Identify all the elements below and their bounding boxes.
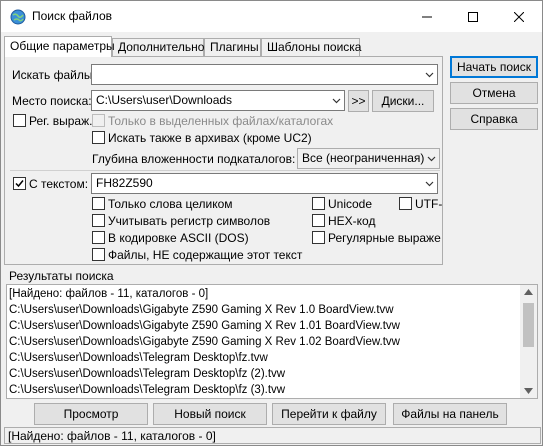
list-item[interactable]: C:\Users\user\Downloads\Gigabyte Z590 Ga… [9,336,400,348]
tab-general[interactable]: Общие параметры [4,36,115,57]
hex-checkbox[interactable] [312,214,325,227]
not-containing-label: Файлы, НЕ содержащие этот текст [108,248,303,262]
case-sensitive-checkbox[interactable] [92,214,105,227]
only-selected-checkbox[interactable] [92,114,105,127]
globe-search-icon [10,9,26,25]
tab-advanced[interactable]: Дополнительно [112,38,204,56]
goto-file-button[interactable]: Перейти к файлу [272,403,386,425]
utf-label: UTF- [415,197,442,211]
chevron-down-icon [425,181,434,187]
scroll-up-icon[interactable] [524,289,533,295]
search-dialog: Поиск файлов Общие параметры Дополнитель… [0,0,543,446]
help-button[interactable]: Справка [450,108,538,130]
divider [10,170,440,171]
regex-label: Рег. выраж. [29,114,93,128]
unicode-label: Unicode [328,197,373,211]
maximize-button[interactable] [450,1,496,32]
results-scrollbar[interactable] [520,285,537,398]
minimize-button[interactable] [404,1,450,32]
whole-words-checkbox[interactable] [92,197,105,210]
chevron-down-icon [427,156,436,162]
search-archives-checkbox[interactable] [92,131,105,144]
list-item[interactable]: C:\Users\user\Downloads\Gigabyte Z590 Ga… [9,304,394,316]
not-containing-checkbox[interactable] [92,248,105,261]
whole-words-label: Только слова целиком [108,197,233,211]
search-files-combo[interactable] [91,64,438,85]
text-combo[interactable]: FH82Z590 [91,173,438,194]
close-icon [514,11,524,22]
files-to-panel-button[interactable]: Файлы на панель [393,403,507,425]
case-sensitive-label: Учитывать регистр символов [108,214,271,228]
maximize-icon [468,11,478,22]
utf-checkbox[interactable] [399,197,412,210]
status-bar: [Найдено: файлов - 11, каталогов - 0] [4,427,541,444]
regex-text-checkbox[interactable] [312,231,325,244]
regex-text-label: Регулярные выраже [328,231,441,245]
only-selected-label: Только в выделенных файлах/каталогах [108,114,334,128]
browse-arrows-button[interactable]: >> [348,90,369,112]
regex-checkbox[interactable] [13,114,26,127]
list-item[interactable]: C:\Users\user\Downloads\Telegram Desktop… [9,352,268,364]
results-label: Результаты поиска [9,269,114,283]
unicode-checkbox[interactable] [312,197,325,210]
ascii-label: В кодировке ASCII (DOS) [108,231,249,245]
results-list[interactable]: [Найдено: файлов - 11, каталогов - 0] C:… [6,284,538,399]
depth-label: Глубина вложенности подкаталогов: [92,152,296,166]
scroll-thumb[interactable] [523,303,534,347]
chevron-down-icon [332,98,341,104]
location-label: Место поиска: [12,94,92,108]
window-title: Поиск файлов [32,9,113,23]
list-item[interactable]: C:\Users\user\Downloads\Telegram Desktop… [9,384,285,396]
ascii-checkbox[interactable] [92,231,105,244]
text-value: FH82Z590 [96,176,153,190]
drives-button[interactable]: Диски... [372,90,434,112]
with-text-checkbox[interactable] [13,177,26,190]
chevron-down-icon [425,72,434,78]
depth-value: Все (неограниченная) [302,151,425,165]
list-item[interactable]: [Найдено: файлов - 11, каталогов - 0] [9,288,208,300]
list-item[interactable]: C:\Users\user\Downloads\Telegram Desktop… [9,368,285,380]
checkmark-icon [15,180,24,188]
scroll-down-icon[interactable] [524,388,533,394]
new-search-button[interactable]: Новый поиск [153,403,267,425]
tab-plugins[interactable]: Плагины [204,38,261,56]
with-text-label: С текстом: [29,177,89,191]
close-button[interactable] [496,1,542,32]
list-item[interactable]: C:\Users\user\Downloads\Gigabyte Z590 Ga… [9,320,400,332]
cancel-button[interactable]: Отмена [450,82,538,104]
hex-label: HEX-код [328,214,376,228]
location-combo[interactable]: C:\Users\user\Downloads [91,90,345,111]
minimize-icon [422,16,432,17]
view-button[interactable]: Просмотр [34,403,148,425]
general-tab-panel: Искать файлы: Место поиска: C:\Users\use… [4,56,443,265]
depth-select[interactable]: Все (неограниченная) [297,148,440,169]
search-archives-label: Искать также в архивах (кроме UC2) [108,131,312,145]
title-bar: Поиск файлов [1,1,542,32]
start-search-button[interactable]: Начать поиск [450,56,538,78]
tab-search-templates[interactable]: Шаблоны поиска [261,38,361,56]
search-files-label: Искать файлы: [12,68,96,82]
location-value: C:\Users\user\Downloads [96,93,233,107]
